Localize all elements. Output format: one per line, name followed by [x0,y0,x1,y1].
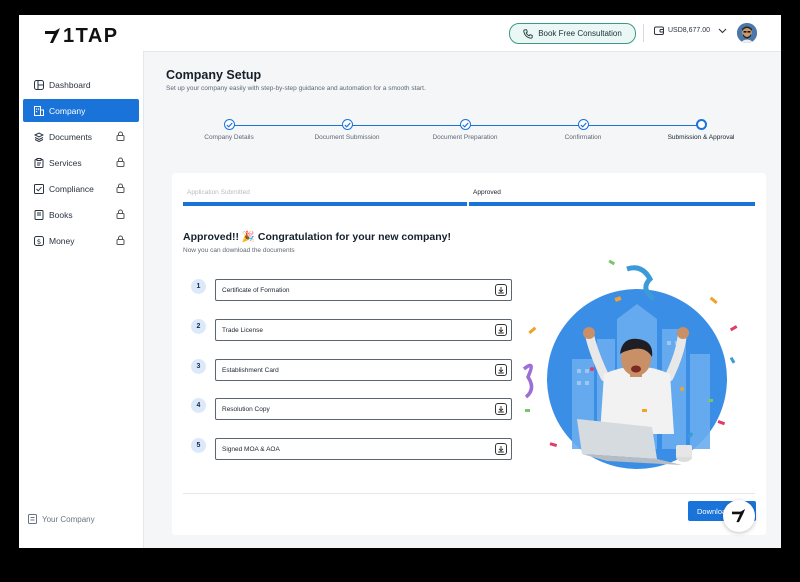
step-submission-approval[interactable]: Submission & Approval [651,119,751,141]
logo[interactable]: 1TAP [45,25,119,47]
document-number: 4 [191,398,206,413]
your-company-label: Your Company [42,514,95,524]
consult-label: Book Free Consultation [538,29,622,38]
balance-dropdown[interactable]: USD8,677.00 [654,26,727,35]
step-label: Submission & Approval [667,134,735,141]
sidebar: 1TAP Dashboard Company Documents Service… [19,15,144,548]
download-icon[interactable] [495,443,507,455]
document-name: Trade License [222,326,263,334]
dashboard-icon [34,79,44,90]
setup-stepper: Company Details Document Submission Docu… [179,119,779,149]
download-icon[interactable] [495,364,507,376]
approval-subtitle: Now you can download the documents [183,247,295,254]
document-download-field[interactable]: Resolution Copy [215,398,512,420]
sidebar-item-services[interactable]: Services [23,151,139,174]
clipboard-icon [34,157,44,168]
document-download-field[interactable]: Signed MOA & AOA [215,438,512,460]
step-check-icon [341,119,353,130]
your-company-link[interactable]: Your Company [28,514,95,524]
sidebar-item-label: Compliance [49,183,94,194]
sidebar-item-label: Dashboard [49,79,91,90]
celebration-illustration [522,259,752,484]
step-check-icon [577,119,589,130]
sidebar-item-label: Money [49,235,75,246]
progress-bar-approved [469,202,755,206]
sidebar-item-dashboard[interactable]: Dashboard [23,73,139,96]
topbar-divider [643,24,644,42]
progress-label-approved: Approved [473,189,501,196]
documents-icon [34,131,44,142]
logo-mark-icon [732,509,746,523]
step-label: Company Details [204,134,254,141]
page-subtitle: Set up your company easily with step-by-… [166,85,426,92]
topbar: Book Free Consultation USD8,677.00 [143,15,781,52]
sidebar-item-documents[interactable]: Documents [23,125,139,148]
step-confirmation[interactable]: Confirmation [533,119,633,141]
progress-label-submitted: Application Submitted [187,189,250,196]
document-name: Signed MOA & AOA [222,445,280,453]
document-download-field[interactable]: Certificate of Formation [215,279,512,301]
avatar[interactable] [737,23,757,43]
step-current-icon [695,119,707,130]
document-name: Establishment Card [222,366,279,374]
sidebar-item-label: Documents [49,131,92,142]
document-number: 2 [191,319,206,334]
step-label: Confirmation [564,134,602,141]
dollar-icon: $ [34,235,44,246]
step-label: Document Submission [314,134,380,141]
download-icon[interactable] [495,284,507,296]
lock-icon [116,183,125,193]
document-download-field[interactable]: Trade License [215,319,512,341]
document-name: Certificate of Formation [222,286,290,294]
card-divider [183,493,755,494]
document-download-field[interactable]: Establishment Card [215,359,512,381]
book-icon [34,209,44,220]
book-consultation-button[interactable]: Book Free Consultation [509,23,636,44]
lock-icon [116,209,125,219]
approval-title: Approved!! 🎉 Congratulation for your new… [183,231,451,243]
sidebar-item-label: Services [49,157,82,168]
lock-icon [116,235,125,245]
chevron-down-icon [718,28,727,33]
floating-logo-button[interactable] [723,500,755,532]
download-icon[interactable] [495,324,507,336]
document-name: Resolution Copy [222,405,270,413]
logo-text: 1TAP [63,24,119,47]
sidebar-item-books[interactable]: Books [23,203,139,226]
building-icon [34,105,44,116]
step-label: Document Preparation [432,134,498,141]
approval-card: Application Submitted Approved Approved!… [172,173,766,535]
sidebar-item-label: Company [49,105,86,116]
download-icon[interactable] [495,403,507,415]
lock-icon [116,131,125,141]
lock-icon [116,157,125,167]
sidebar-item-compliance[interactable]: Compliance [23,177,139,200]
step-document-submission[interactable]: Document Submission [297,119,397,141]
step-check-icon [459,119,471,130]
sidebar-item-money[interactable]: $ Money [23,229,139,252]
logo-mark-icon [45,28,60,43]
step-company-details[interactable]: Company Details [179,119,279,141]
app-window: 1TAP Dashboard Company Documents Service… [19,15,781,548]
document-number: 3 [191,359,206,374]
sidebar-nav: Dashboard Company Documents Services Com… [23,73,139,255]
compliance-icon [34,183,44,194]
approval-progress: Application Submitted Approved [183,187,755,207]
step-check-icon [223,119,235,130]
progress-bar-submitted [183,202,467,206]
document-number: 5 [191,438,206,453]
company-doc-icon [28,514,37,524]
wallet-icon [654,26,664,35]
sidebar-item-company[interactable]: Company [23,99,139,122]
phone-icon [523,28,533,39]
sidebar-item-label: Books [49,209,73,220]
page-title: Company Setup [166,68,262,82]
document-number: 1 [191,279,206,294]
balance-value: USD8,677.00 [668,27,711,34]
svg-text:$: $ [37,237,41,245]
step-document-preparation[interactable]: Document Preparation [415,119,515,141]
